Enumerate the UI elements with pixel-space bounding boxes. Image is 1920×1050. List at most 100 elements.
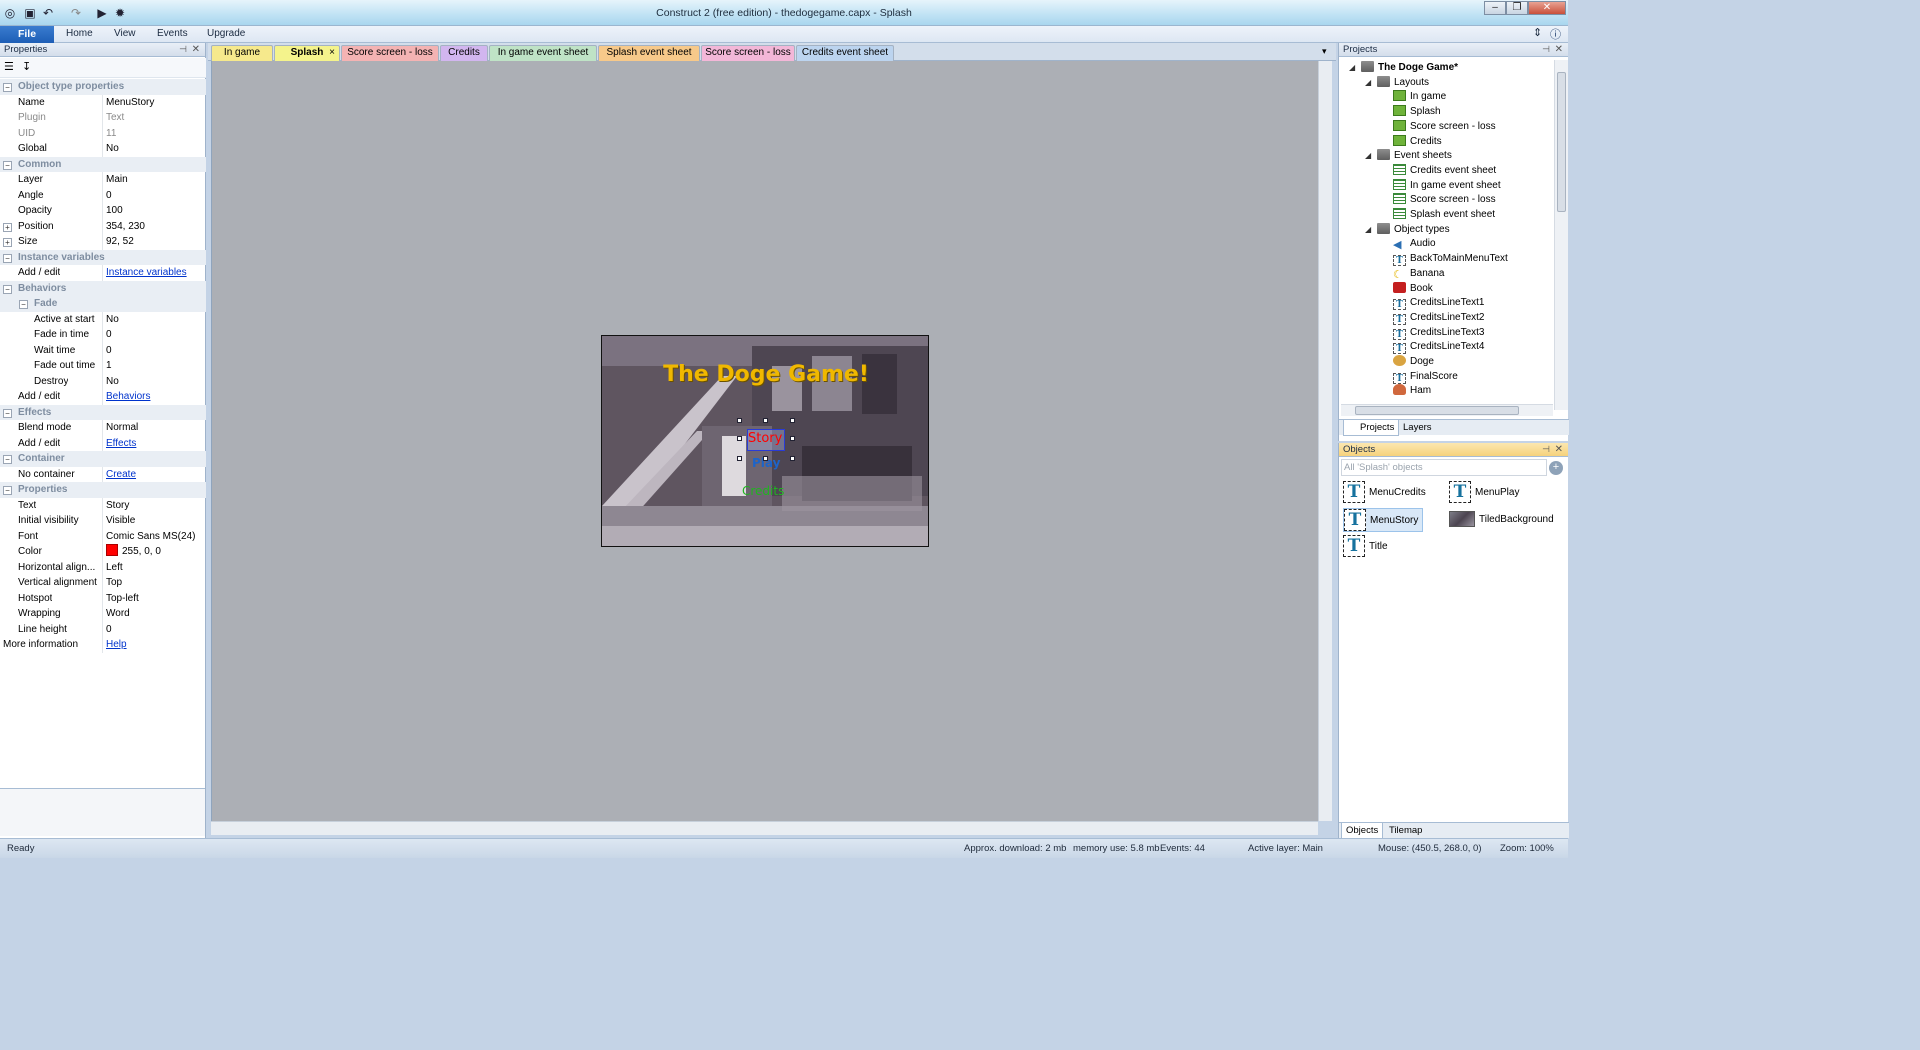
sort-alpha-icon[interactable]: ↧ — [22, 60, 31, 73]
tab-in-game-event-sheet[interactable]: In game event sheet — [489, 45, 597, 61]
close-panel-icon[interactable]: ✕ — [1555, 443, 1563, 456]
property-row[interactable]: Wait time 0 — [0, 342, 206, 358]
property-value[interactable]: Create — [106, 467, 136, 482]
property-value[interactable]: MenuStory — [106, 95, 154, 110]
object-item[interactable]: TiledBackground — [1449, 508, 1558, 532]
tree-object-type-item[interactable]: ◀ Audio — [1393, 237, 1436, 252]
tree-folder-event-sheets[interactable]: ◢ Event sheets — [1365, 149, 1452, 164]
property-category[interactable]: − Behaviors — [0, 280, 206, 296]
property-value[interactable]: Visible — [106, 513, 135, 528]
property-row[interactable]: Fade out time 1 — [0, 358, 206, 374]
resize-handle[interactable] — [737, 418, 742, 423]
tab-list-chevron-icon[interactable]: ▾ — [1322, 46, 1327, 57]
minimize-button[interactable]: – — [1484, 1, 1506, 15]
help-icon[interactable]: ⓘ — [1550, 26, 1561, 42]
scroll-thumb[interactable] — [1355, 406, 1519, 415]
collapse-toggle-icon[interactable]: − — [3, 83, 12, 92]
tab-splash[interactable]: Splash × — [274, 45, 340, 62]
tree-object-type-item[interactable]: Book — [1393, 281, 1433, 297]
property-category[interactable]: − Effects — [0, 404, 206, 420]
property-value[interactable]: Top-left — [106, 591, 139, 606]
tree-object-type-item[interactable]: T CreditsLineText4 — [1393, 340, 1484, 355]
close-button[interactable]: ✕ — [1528, 1, 1566, 15]
property-row[interactable]: Global No — [0, 141, 206, 157]
property-category[interactable]: − Instance variables — [0, 249, 206, 265]
ribbon-toggle-icon[interactable]: ⇕ — [1533, 26, 1542, 39]
add-object-icon[interactable]: + — [1549, 461, 1563, 475]
property-category[interactable]: − Properties — [0, 482, 206, 498]
pin-icon[interactable]: ⊣ — [179, 43, 187, 56]
object-item[interactable]: T Title — [1343, 535, 1392, 559]
object-item[interactable]: T MenuPlay — [1449, 481, 1523, 505]
property-row[interactable]: Blend mode Normal — [0, 420, 206, 436]
tab-objects[interactable]: Objects — [1341, 823, 1384, 839]
property-row[interactable]: More information Help — [0, 637, 206, 653]
collapse-toggle-icon[interactable]: − — [3, 253, 12, 263]
tree-expander-icon[interactable]: ◢ — [1365, 223, 1371, 237]
property-value[interactable]: 11 — [106, 126, 116, 141]
property-link[interactable]: Behaviors — [106, 391, 150, 402]
property-row[interactable]: Vertical alignment Top — [0, 575, 206, 591]
vertical-scrollbar[interactable] — [1318, 61, 1332, 821]
property-link[interactable]: Help — [106, 639, 127, 650]
horizontal-scrollbar[interactable] — [211, 821, 1318, 835]
resize-handle[interactable] — [763, 456, 768, 461]
collapse-toggle-icon[interactable]: − — [3, 455, 12, 464]
property-row[interactable]: Add / edit Instance variables — [0, 265, 206, 281]
property-link[interactable]: Create — [106, 469, 136, 480]
resize-handle[interactable] — [790, 418, 795, 423]
tree-folder-layouts[interactable]: ◢ Layouts — [1365, 75, 1429, 91]
property-link[interactable]: Instance variables — [106, 267, 187, 278]
property-row[interactable]: Add / edit Behaviors — [0, 389, 206, 405]
property-category[interactable]: − Fade — [0, 296, 206, 312]
object-item[interactable]: T MenuStory — [1343, 508, 1424, 532]
tab-score-screen-loss[interactable]: Score screen - loss — [701, 45, 795, 61]
property-value[interactable]: Behaviors — [106, 389, 150, 404]
expand-toggle-icon[interactable]: + — [3, 238, 12, 247]
collapse-toggle-icon[interactable]: − — [3, 284, 12, 294]
property-value[interactable]: 255, 0, 0 — [106, 544, 161, 559]
property-value[interactable]: Help — [106, 637, 127, 652]
tree-vertical-scrollbar[interactable] — [1554, 60, 1568, 410]
collapse-toggle-icon[interactable]: − — [3, 486, 12, 495]
property-row[interactable]: Opacity 100 — [0, 203, 206, 219]
tab-splash-event-sheet[interactable]: Splash event sheet — [598, 45, 700, 61]
property-row[interactable]: Horizontal align... Left — [0, 559, 206, 575]
property-value[interactable]: 100 — [106, 203, 123, 218]
credits-text-object[interactable]: Credits — [742, 484, 784, 498]
property-value[interactable]: Comic Sans MS(24) — [106, 529, 195, 544]
tree-layout-item[interactable]: Score screen - loss — [1393, 119, 1496, 135]
property-value[interactable]: Left — [106, 560, 123, 575]
tab-projects[interactable]: Projects — [1343, 420, 1400, 436]
property-value[interactable]: 354, 230 — [106, 219, 145, 234]
expand-toggle-icon[interactable]: + — [3, 222, 12, 232]
resize-handle[interactable] — [737, 456, 742, 461]
property-row[interactable]: Destroy No — [0, 373, 206, 389]
objects-filter-input[interactable]: All 'Splash' objects — [1341, 459, 1547, 476]
property-value[interactable]: No — [106, 141, 119, 156]
tree-expander-icon[interactable]: ◢ — [1365, 149, 1371, 163]
menu-upgrade[interactable]: Upgrade — [207, 28, 245, 39]
scroll-thumb[interactable] — [1557, 72, 1566, 212]
resize-handle[interactable] — [790, 456, 795, 461]
property-row[interactable]: Fade in time 0 — [0, 327, 206, 343]
collapse-toggle-icon[interactable]: − — [3, 160, 12, 170]
property-row[interactable]: Wrapping Word — [0, 606, 206, 622]
tree-horizontal-scrollbar[interactable] — [1341, 404, 1553, 416]
tree-layout-item[interactable]: In game — [1393, 90, 1446, 105]
property-row[interactable]: Initial visibility Visible — [0, 513, 206, 529]
property-row[interactable]: + Position 354, 230 — [0, 218, 206, 234]
story-text-object[interactable]: Story — [748, 431, 782, 446]
property-value[interactable]: Normal — [106, 420, 138, 435]
property-row[interactable]: Hotspot Top-left — [0, 590, 206, 606]
property-row[interactable]: Add / edit Effects — [0, 435, 206, 451]
property-row[interactable]: UID 11 — [0, 125, 206, 141]
resize-handle[interactable] — [763, 418, 768, 423]
file-menu-button[interactable]: File — [0, 26, 54, 43]
property-row[interactable]: Text Story — [0, 497, 206, 513]
title-text-object[interactable]: The Doge Game! — [602, 362, 928, 387]
property-value[interactable]: 0 — [106, 327, 112, 342]
property-row[interactable]: Font Comic Sans MS(24) — [0, 528, 206, 544]
property-value[interactable]: Instance variables — [106, 265, 187, 280]
tab-credits[interactable]: Credits — [440, 45, 488, 61]
